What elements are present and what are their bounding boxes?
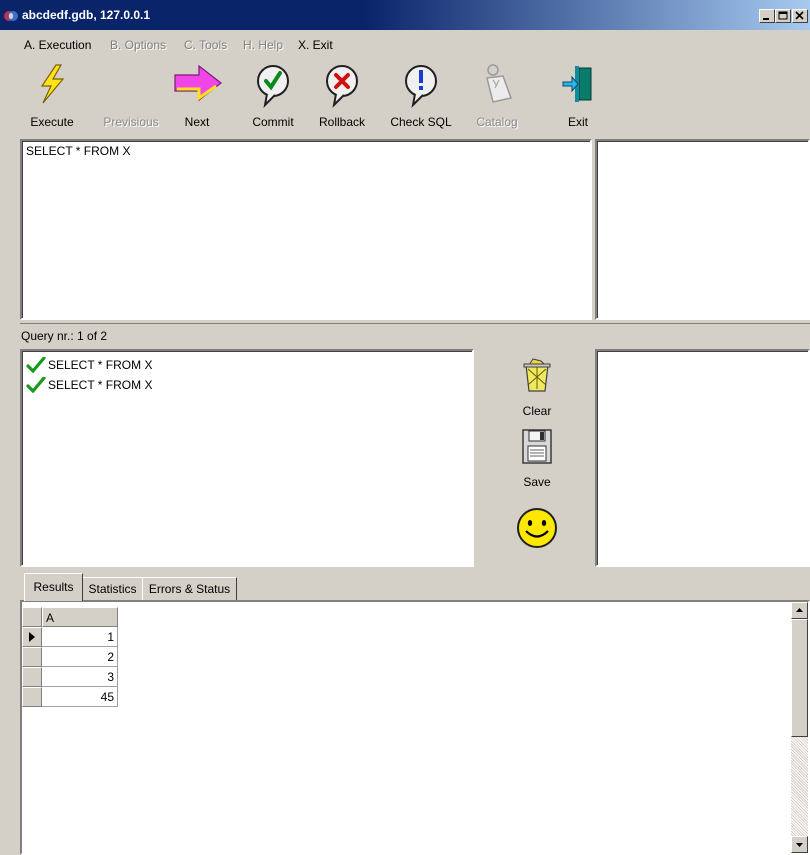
current-row-arrow-icon bbox=[29, 632, 35, 642]
table-cell[interactable]: 1 bbox=[42, 627, 118, 647]
floppy-disk-icon bbox=[522, 429, 552, 464]
table-cell-value: 1 bbox=[107, 630, 114, 644]
execute-button[interactable]: Execute bbox=[17, 62, 87, 130]
exit-label: Exit bbox=[567, 115, 588, 129]
grid-corner-cell bbox=[22, 607, 42, 627]
minimize-icon bbox=[763, 18, 769, 20]
sql-editor[interactable]: SELECT * FROM X bbox=[20, 139, 592, 320]
rollback-label: Rollback bbox=[318, 115, 366, 129]
commit-label: Commit bbox=[252, 115, 294, 129]
check-sql-button[interactable]: Check SQL bbox=[386, 62, 456, 130]
table-cell[interactable]: 2 bbox=[42, 647, 118, 667]
execute-label: Execute bbox=[30, 115, 74, 129]
check-sql-label: Check SQL bbox=[390, 115, 452, 129]
table-cell-value: 2 bbox=[107, 650, 114, 664]
info-panel-bottom bbox=[595, 349, 810, 567]
smiley-icon bbox=[517, 508, 557, 548]
smiley-button[interactable] bbox=[507, 506, 567, 550]
scroll-up-button[interactable] bbox=[791, 602, 808, 619]
menu-options[interactable]: B. Options bbox=[110, 38, 166, 52]
next-button[interactable]: Next bbox=[162, 62, 232, 130]
arrow-right-icon bbox=[174, 64, 222, 102]
row-indicator[interactable] bbox=[22, 647, 42, 667]
exclamation-bubble-icon bbox=[405, 65, 437, 108]
tab-statistics-label: Statistics bbox=[88, 582, 137, 596]
results-grid[interactable]: A 1 2 3 45 bbox=[20, 600, 810, 855]
next-label: Next bbox=[184, 115, 210, 129]
table-cell[interactable]: 3 bbox=[42, 667, 118, 687]
check-icon bbox=[26, 377, 46, 393]
lightning-icon bbox=[40, 64, 65, 104]
catalog-button[interactable]: Catalog bbox=[462, 62, 532, 130]
catalog-label: Catalog bbox=[476, 115, 518, 129]
scrollbar-track[interactable] bbox=[791, 737, 808, 836]
menu-help[interactable]: H. Help bbox=[243, 38, 283, 52]
history-item-text: SELECT * FROM X bbox=[48, 358, 153, 372]
history-item-text: SELECT * FROM X bbox=[48, 378, 153, 392]
close-icon bbox=[795, 11, 804, 20]
check-icon bbox=[26, 357, 46, 373]
info-panel-top bbox=[595, 139, 810, 320]
tab-errors-status-label: Errors & Status bbox=[148, 582, 231, 596]
save-button[interactable]: Save bbox=[507, 427, 567, 492]
tab-results[interactable]: Results bbox=[24, 573, 83, 601]
query-status-bar: Query nr.: 1 of 2 bbox=[20, 323, 810, 345]
scroll-down-button[interactable] bbox=[791, 836, 808, 853]
app-window: abcdedf.gdb, 127.0.0.1 A. Execution B. O… bbox=[0, 0, 810, 855]
tab-errors-status[interactable]: Errors & Status bbox=[142, 577, 237, 600]
menu-tools[interactable]: C. Tools bbox=[184, 38, 227, 52]
title-bar[interactable]: abcdedf.gdb, 127.0.0.1 bbox=[0, 0, 810, 30]
exit-door-icon bbox=[562, 66, 592, 102]
menu-bar: A. Execution B. Options C. Tools H. Help… bbox=[0, 30, 810, 56]
scroll-down-arrow-icon bbox=[796, 843, 803, 847]
save-label: Save bbox=[523, 475, 551, 489]
tab-statistics[interactable]: Statistics bbox=[81, 577, 144, 600]
previous-button[interactable]: Previsious bbox=[96, 62, 166, 130]
window-title: abcdedf.gdb, 127.0.0.1 bbox=[22, 8, 151, 22]
menu-exit[interactable]: X. Exit bbox=[298, 38, 333, 52]
sql-editor-text: SELECT * FROM X bbox=[26, 144, 131, 158]
table-cell[interactable]: 45 bbox=[42, 687, 118, 707]
clear-label: Clear bbox=[522, 404, 552, 418]
exit-button[interactable]: Exit bbox=[543, 62, 613, 130]
clear-button[interactable]: Clear bbox=[507, 355, 567, 420]
close-button[interactable] bbox=[792, 9, 808, 23]
query-counter: Query nr.: 1 of 2 bbox=[21, 329, 108, 343]
column-header-label: A bbox=[46, 611, 55, 625]
scrollbar-thumb[interactable] bbox=[791, 619, 808, 737]
column-header[interactable]: A bbox=[42, 607, 118, 627]
rollback-button[interactable]: Rollback bbox=[307, 62, 377, 130]
tab-results-label: Results bbox=[33, 580, 74, 594]
vertical-scrollbar[interactable] bbox=[791, 602, 808, 853]
commit-button[interactable]: Commit bbox=[238, 62, 308, 130]
previous-label: Previsious bbox=[103, 115, 159, 129]
menu-execution[interactable]: A. Execution bbox=[24, 38, 91, 52]
table-cell-value: 45 bbox=[100, 690, 114, 704]
row-indicator[interactable] bbox=[22, 687, 42, 707]
table-cell-value: 3 bbox=[107, 670, 114, 684]
app-logo-icon bbox=[4, 11, 18, 21]
minimize-button[interactable] bbox=[759, 9, 775, 23]
scroll-up-arrow-icon bbox=[796, 608, 803, 612]
maximize-button[interactable] bbox=[775, 9, 791, 23]
trash-can-icon bbox=[523, 358, 551, 392]
row-indicator[interactable] bbox=[22, 627, 42, 647]
check-bubble-icon bbox=[257, 65, 289, 108]
maximize-icon bbox=[778, 11, 788, 20]
x-bubble-icon bbox=[326, 65, 358, 108]
row-indicator[interactable] bbox=[22, 667, 42, 687]
catalog-icon bbox=[486, 64, 512, 103]
query-history-list[interactable]: SELECT * FROM X SELECT * FROM X bbox=[20, 349, 474, 567]
